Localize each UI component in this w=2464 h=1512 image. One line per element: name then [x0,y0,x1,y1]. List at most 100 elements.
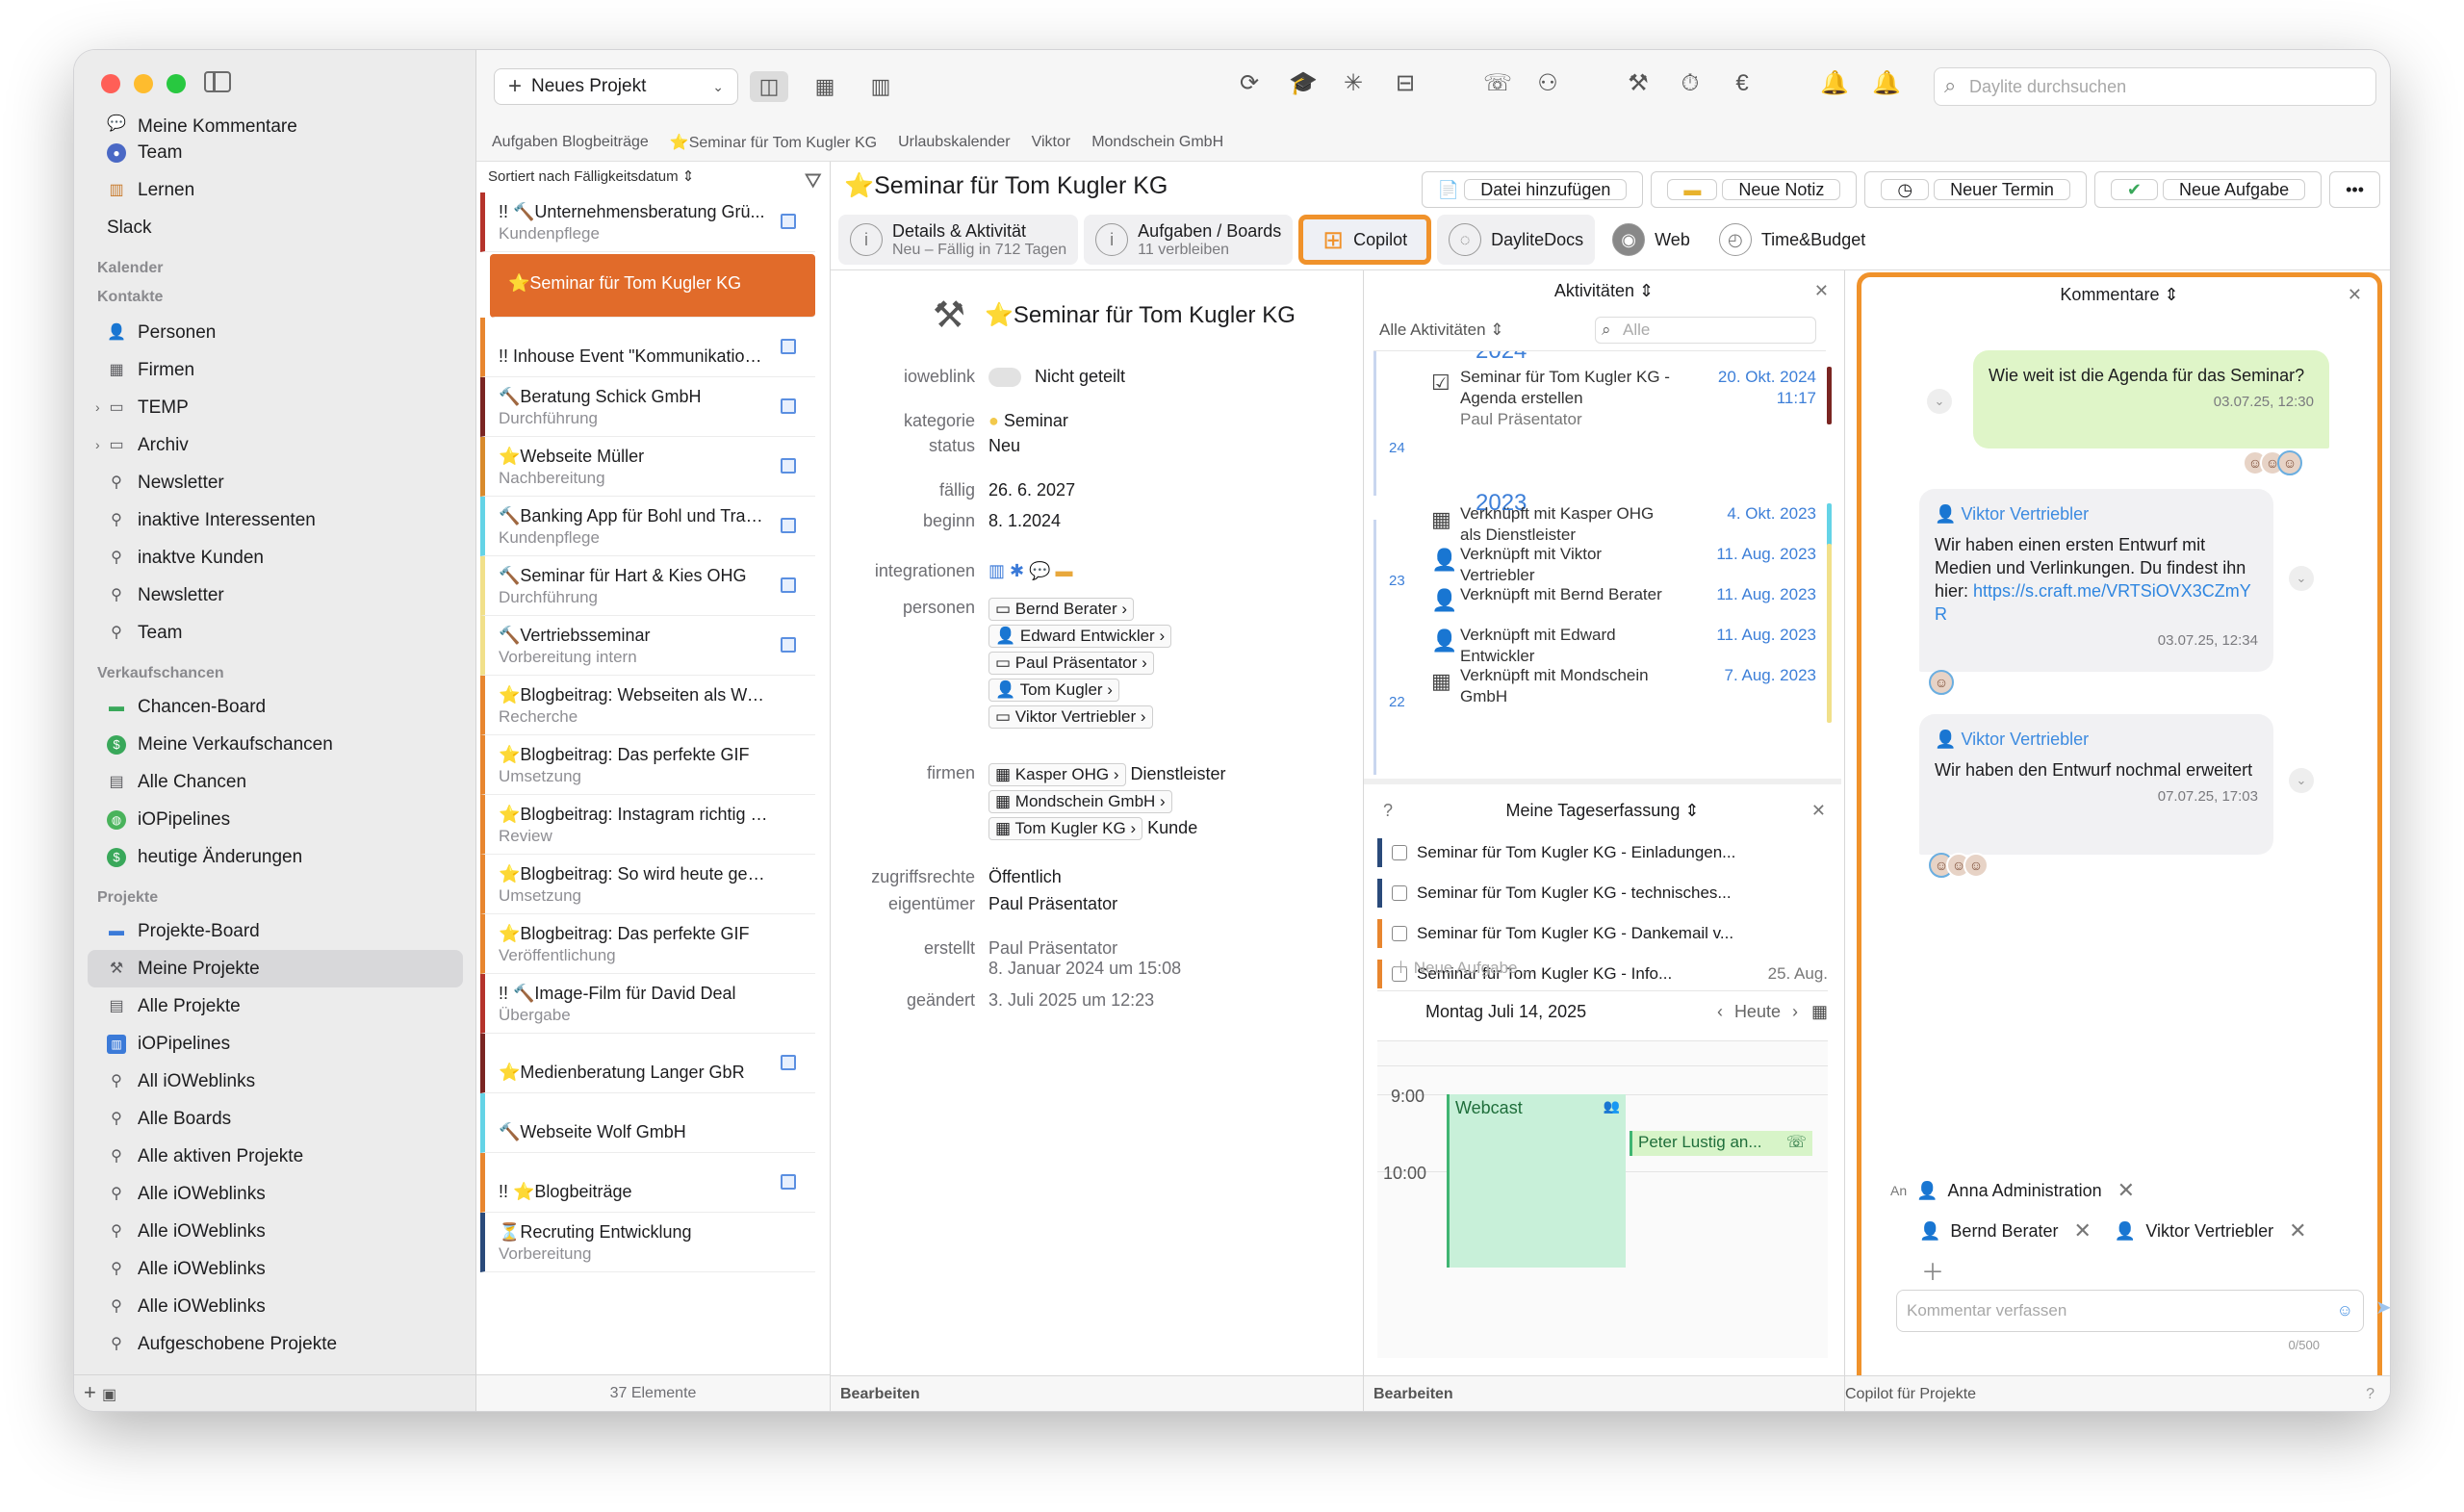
project-card[interactable]: 🔨Seminar für Hart & Kies OHG Durchführung [480,556,815,616]
kategorie-value[interactable]: ● Seminar [988,411,1068,431]
due-date[interactable]: 26. 6. 2027 [988,480,1075,500]
status-value[interactable]: Neu [988,436,1020,456]
person-chip[interactable]: 👤 Edward Entwickler › [988,625,1172,648]
close-window-button[interactable] [101,74,120,93]
sidebar-item-alle-projekte[interactable]: ▤ Alle Projekte [74,987,476,1025]
sidebar-item-aufgeschobene-projekte[interactable]: ⚲ Aufgeschobene Projekte [74,1325,476,1363]
project-card[interactable]: !! ⭐Blogbeiträge [480,1153,815,1213]
sidebar-item-personen[interactable]: 👤 Personen [74,314,476,351]
add-file-button[interactable]: 📄 Datei hinzufügen [1421,171,1644,208]
zoom-window-button[interactable] [167,74,186,93]
project-card[interactable]: ⭐Blogbeitrag: Das perfekte GIF Veröffentl… [480,914,815,974]
company-chip[interactable]: ▦ Kasper OHG › [988,763,1126,786]
help-icon[interactable]: ? [1383,790,1393,831]
disclosure-icon[interactable]: › [95,426,100,464]
split-view-icon[interactable]: ◫ [750,71,788,102]
calendar-picker-icon[interactable]: ▦ [1811,1002,1828,1022]
comment-input[interactable]: Kommentar verfassen ☺ [1896,1290,2364,1332]
euro-icon[interactable]: € [1730,70,1755,97]
new-task-button[interactable]: ✔ Neue Aufgabe [2093,171,2323,208]
sidebar-item-meine-verkaufschancen[interactable]: $ Meine Verkaufschancen [74,726,476,763]
timer-icon[interactable]: ⏱ [1678,70,1703,97]
calendar-small-icon[interactable]: ▣ [102,1387,116,1403]
chevron-down-icon[interactable]: ⌄ [2289,768,2314,793]
new-project-button[interactable]: + Neues Projekt ⌄ [494,68,738,105]
search-input[interactable]: Daylite durchsuchen [1934,67,2376,106]
bell-badge-icon[interactable]: 🔔 [1820,69,1849,97]
project-card[interactable]: ⭐Blogbeitrag: So wird heute gepostet Umse… [480,855,815,914]
sidebar-toggle-icon[interactable] [204,71,231,92]
sidebar-item-meine-kommentare[interactable]: 💬 Meine Kommentare [74,110,476,134]
sidebar-item-inaktive-interessenten[interactable]: ⚲ inaktive Interessenten [74,501,476,539]
close-icon[interactable]: ✕ [2348,277,2362,312]
edit-footer[interactable]: Bearbeiten [831,1375,1363,1411]
sidebar-item-all-ioweblinks[interactable]: ⚲ All iOWeblinks [74,1063,476,1100]
person-link-icon[interactable]: ⚇ [1535,69,1560,97]
graduation-cap-icon[interactable]: 🎓 [1289,69,1318,97]
sidebar-item-newsletter[interactable]: ⚲ Newsletter [74,464,476,501]
project-card[interactable]: !! 🔨Image-Film für David Deal Übergabe [480,974,815,1034]
person-chip[interactable]: 👤 Tom Kugler › [988,679,1119,702]
help-icon[interactable]: ? [2366,1376,2374,1411]
sidebar-item-firmen[interactable]: ▦ Firmen [74,351,476,389]
new-task-input[interactable]: ＋ Neue Aufgabe ... [1393,954,1535,978]
next-day-icon[interactable]: › [1792,1002,1798,1022]
new-appointment-button[interactable]: ◷ Neuer Termin [1864,171,2087,208]
add-recipient-icon[interactable]: ＋ [1921,1253,1944,1287]
sidebar-item-iopipelines-2[interactable]: ▥ iOPipelines [74,1025,476,1063]
tab-details-aktivitaet[interactable]: i Details & Aktivität Neu – Fällig in 712 … [838,215,1079,265]
sort-control[interactable]: Sortiert nach Fälligkeitsdatum ⇕ ⛛ [476,162,830,192]
person-chip[interactable]: ▭ Viktor Vertriebler › [988,705,1153,729]
chevron-down-icon[interactable]: ⌄ [1927,389,1952,414]
crumb-urlaub[interactable]: Urlaubskalender [898,134,1011,151]
start-date[interactable]: 8. 1.2024 [988,511,1061,531]
minimize-window-button[interactable] [134,74,153,93]
emoji-icon[interactable]: ☺ [2337,1291,2353,1331]
tools-icon[interactable]: ⚒ [1626,69,1651,97]
project-card[interactable]: ⭐Blogbeitrag: Instagram richtig nut... Re… [480,795,815,855]
project-card[interactable]: ⭐Blogbeitrag: Das perfekte GIF Umsetzung [480,735,815,795]
remove-recipient-icon[interactable]: ✕ [2073,1218,2091,1243]
project-card[interactable]: 🔨Webseite Wolf GmbH [480,1093,815,1153]
disclosure-icon[interactable]: › [95,389,100,426]
table-view-icon[interactable]: ▦ [806,71,844,102]
layout-icon[interactable]: ⊟ [1393,69,1418,97]
sidebar-item-alle-ioweblinks-3[interactable]: ⚲ Alle iOWeblinks [74,1250,476,1288]
crumb-viktor[interactable]: Viktor [1032,134,1071,151]
project-card[interactable]: 🔨Beratung Schick GmbH Durchführung [480,377,815,437]
activity-row[interactable]: ▦ Verknüpft mit Mondschein GmbH 7. Aug. 20… [1373,665,1832,729]
chevron-down-icon[interactable]: ⌄ [712,79,724,95]
person-chip[interactable]: ▭ Bernd Berater › [988,598,1135,621]
phone-icon[interactable]: ☏ [1483,69,1512,97]
sidebar-item-iopipelines[interactable]: ◍ iOPipelines [74,801,476,838]
sidebar-item-newsletter-2[interactable]: ⚲ Newsletter [74,577,476,614]
crumb-aufgaben[interactable]: Aufgaben Blogbeiträge [492,134,649,151]
task-checkbox[interactable] [1392,845,1407,860]
person-chip[interactable]: ▭ Paul Präsentator › [988,652,1154,675]
sidebar-item-meine-projekte[interactable]: ⚒ Meine Projekte [88,950,463,987]
sidebar-item-team-2[interactable]: ⚲ Team [74,614,476,652]
bell-icon[interactable]: 🔔 [1872,69,1901,97]
sidebar-item-team[interactable]: ● Team [74,134,476,171]
sidebar-item-alle-chancen[interactable]: ▤ Alle Chancen [74,763,476,801]
sidebar-item-heutige-aenderungen[interactable]: $ heutige Änderungen [74,838,476,876]
remove-recipient-icon[interactable]: ✕ [2118,1178,2135,1203]
sidebar-item-lernen[interactable]: ▥ Lernen [74,171,476,209]
calendar-event-webcast[interactable]: Webcast 👥 [1447,1094,1626,1268]
project-card[interactable]: !! 🔨Unternehmensberatung Grü... Kundenpfl… [480,192,815,252]
integration-icons[interactable]: ▥ ✱ 💬 ▬ [988,561,1073,581]
crumb-mondschein[interactable]: Mondschein GmbH [1091,134,1223,151]
task-row[interactable]: Seminar für Tom Kugler KG - Dankemail v.… [1377,919,1828,948]
sidebar-item-inaktve-kunden[interactable]: ⚲ inaktve Kunden [74,539,476,577]
sidebar-item-temp[interactable]: › ▭ TEMP [74,389,476,426]
new-note-button[interactable]: ▬ Neue Notiz [1651,171,1858,208]
sidebar-item-chancen-board[interactable]: ▬ Chancen-Board [74,688,476,726]
comment-author[interactable]: 👤 Viktor Vertriebler [1935,728,2258,751]
task-checkbox[interactable] [1392,885,1407,901]
chevron-updown-icon[interactable]: ⇕ [1639,281,1654,300]
tab-daylitedocs[interactable]: ◌ DayliteDocs [1437,215,1596,265]
comment-author[interactable]: 👤 Viktor Vertriebler [1935,502,2258,525]
remove-recipient-icon[interactable]: ✕ [2289,1218,2306,1243]
tab-copilot[interactable]: ⊞ Copilot [1298,215,1432,265]
edit-footer-2[interactable]: Bearbeiten [1364,1375,1844,1411]
